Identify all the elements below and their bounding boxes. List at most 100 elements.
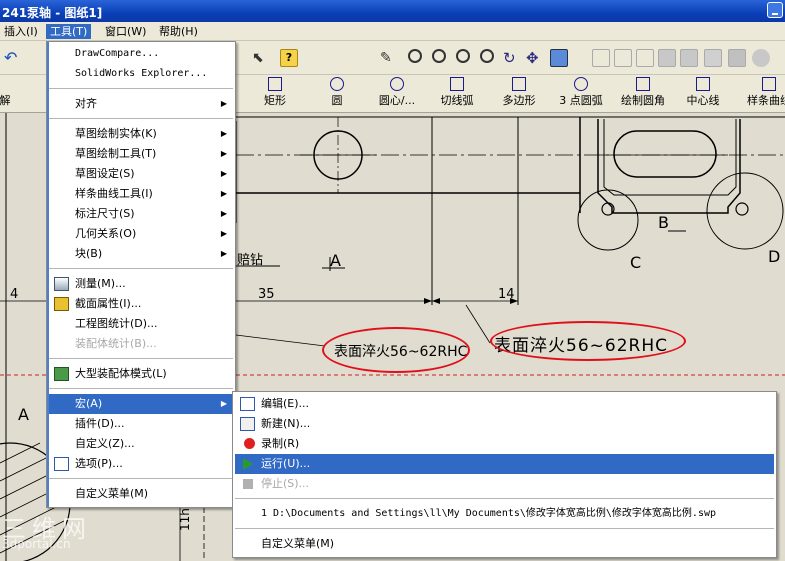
sketch-fillet-tool-label: 绘制圆角: [621, 94, 665, 107]
tangent-arc-tool-button[interactable]: 切线弧: [424, 77, 490, 108]
tools-menu-item-10[interactable]: 几何关系(O) ▶: [49, 224, 233, 244]
menu-1[interactable]: 工具(T): [46, 24, 92, 39]
note-highlight-ellipse-1: [322, 327, 470, 373]
centerline-tool-button[interactable]: 中心线: [670, 77, 736, 108]
tools-menu-item-11[interactable]: 块(B) ▶: [49, 244, 233, 264]
hidden-removed-icon[interactable]: [636, 49, 654, 67]
center-arc-tool-icon: [390, 77, 404, 91]
macro-menu-item-label: 录制(R): [261, 437, 300, 450]
tools-menu-item-label: 宏(A): [75, 397, 103, 410]
tools-menu-item-5[interactable]: 草图绘制实体(K) ▶: [49, 124, 233, 144]
section-view-icon[interactable]: [728, 49, 746, 67]
tools-menu-item-label: 工程图统计(D)...: [75, 317, 158, 330]
three-point-arc-tool-button[interactable]: 3 点圆弧: [548, 77, 614, 108]
tools-menu-separator: [49, 388, 233, 389]
tools-menu-item-3[interactable]: 对齐 ▶: [49, 94, 233, 114]
submenu-arrow-icon: ▶: [220, 229, 227, 238]
polygon-tool-icon: [512, 77, 526, 91]
detail-label-c: C: [630, 253, 642, 272]
wireframe-icon[interactable]: [592, 49, 610, 67]
rectangle-tool-icon: [268, 77, 282, 91]
macro-menu-item-3[interactable]: 运行(U)...: [235, 454, 774, 474]
shadow-icon[interactable]: [704, 49, 722, 67]
zoom-selection-icon[interactable]: [480, 49, 494, 63]
zoom-fit-icon[interactable]: [408, 49, 422, 63]
help-icon[interactable]: ?: [280, 49, 298, 67]
spline-tool-icon: [762, 77, 776, 91]
menu-3[interactable]: 帮助(H): [155, 24, 202, 39]
tools-menu-separator: [49, 88, 233, 89]
tools-menu-item-label: 插件(D)...: [75, 417, 125, 430]
tools-menu-item-16: 装配体统计(B)...: [49, 334, 233, 354]
tools-menu-item-label: 装配体统计(B)...: [75, 337, 157, 350]
tools-menu-item-18[interactable]: 大型装配体模式(L): [49, 364, 233, 384]
tools-menu-item-13[interactable]: 测量(M)...: [49, 274, 233, 294]
submenu-arrow-icon: ▶: [220, 209, 227, 218]
watermark-url: 3dportal.cn: [2, 537, 71, 551]
rotate-icon[interactable]: ↻: [503, 49, 521, 67]
shaded-edges-icon[interactable]: [658, 49, 676, 67]
detail-label-b: B: [658, 213, 669, 232]
sketch-fillet-tool-button[interactable]: 绘制圆角: [610, 77, 676, 108]
macro-menu-item-6[interactable]: 1 D:\Documents and Settings\ll\My Docume…: [235, 504, 774, 524]
sketch-tool-icon[interactable]: ✎: [380, 49, 398, 67]
minimize-button[interactable]: [767, 2, 783, 18]
spline-tool-button[interactable]: 样条曲线: [736, 77, 785, 108]
tools-menu-item-1[interactable]: SolidWorks Explorer...: [49, 64, 233, 84]
macro-menu-separator: [235, 498, 774, 499]
macro-menu-item-8[interactable]: 自定义菜单(M): [235, 534, 774, 554]
dimension-tool-button[interactable]: 解: [0, 77, 38, 108]
tools-menu-item-22[interactable]: 自定义(Z)...: [49, 434, 233, 454]
dimension-tool-label: 解: [0, 94, 11, 107]
tools-menu-item-0[interactable]: DrawCompare...: [49, 44, 233, 64]
run-macro-icon: [243, 458, 253, 470]
tools-menu-item-15[interactable]: 工程图统计(D)...: [49, 314, 233, 334]
dimension-14: 14: [498, 287, 515, 302]
select-icon[interactable]: ⬉: [252, 49, 270, 67]
tools-menu-item-label: 样条曲线工具(I): [75, 187, 153, 200]
view-orientation-icon[interactable]: [550, 49, 568, 67]
macro-menu-item-0[interactable]: 编辑(E)...: [235, 394, 774, 414]
tools-menu-item-8[interactable]: 样条曲线工具(I) ▶: [49, 184, 233, 204]
tools-menu-item-label: 块(B): [75, 247, 103, 260]
tools-menu-item-label: 选项(P)...: [75, 457, 123, 470]
menu-0[interactable]: 插入(I): [0, 24, 42, 39]
tools-menu-item-20[interactable]: 宏(A) ▶: [49, 394, 233, 414]
shaded-icon[interactable]: [680, 49, 698, 67]
circle-tool-button[interactable]: 圆: [304, 77, 370, 108]
note-highlight-ellipse-2: [490, 321, 686, 361]
tools-menu-item-14[interactable]: 截面属性(I)...: [49, 294, 233, 314]
centerline-tool-label: 中心线: [686, 94, 720, 107]
drill-label: 赔钻: [237, 253, 264, 268]
tools-menu-item-7[interactable]: 草图设定(S) ▶: [49, 164, 233, 184]
hidden-lines-icon[interactable]: [614, 49, 632, 67]
tools-menu-item-label: 草图设定(S): [75, 167, 135, 180]
menu-2[interactable]: 窗口(W): [101, 24, 150, 39]
undo-icon[interactable]: ↶: [4, 49, 22, 67]
center-arc-tool-button[interactable]: 圆心/...: [364, 77, 430, 108]
window-title: 241泵轴 - 图纸1]: [2, 6, 103, 20]
tools-menu-item-23[interactable]: 选项(P)...: [49, 454, 233, 474]
tools-menu-item-6[interactable]: 草图绘制工具(T) ▶: [49, 144, 233, 164]
zoom-inout-icon[interactable]: [456, 49, 470, 63]
tools-menu-item-25[interactable]: 自定义菜单(M): [49, 484, 233, 504]
section-label-a-left: A: [18, 405, 29, 424]
tools-menu-item-21[interactable]: 插件(D)...: [49, 414, 233, 434]
submenu-arrow-icon: ▶: [220, 169, 227, 178]
macro-menu-item-2[interactable]: 录制(R): [235, 434, 774, 454]
submenu-arrow-icon: ▶: [220, 99, 227, 108]
pan-icon[interactable]: ✥: [526, 49, 544, 67]
sketch-fillet-tool-icon: [636, 77, 650, 91]
tools-menu-item-9[interactable]: 标注尺寸(S) ▶: [49, 204, 233, 224]
realview-icon[interactable]: [752, 49, 770, 67]
tools-menu-item-label: 标注尺寸(S): [75, 207, 135, 220]
tools-menu-item-label: DrawCompare...: [75, 48, 160, 59]
polygon-tool-button[interactable]: 多边形: [486, 77, 552, 108]
tangent-arc-tool-icon: [450, 77, 464, 91]
three-point-arc-tool-icon: [574, 77, 588, 91]
zoom-area-icon[interactable]: [432, 49, 446, 63]
center-arc-tool-label: 圆心/...: [378, 94, 416, 107]
rectangle-tool-button[interactable]: 矩形: [242, 77, 308, 108]
tools-menu-item-label: 截面属性(I)...: [75, 297, 142, 310]
macro-menu-item-1[interactable]: 新建(N)...: [235, 414, 774, 434]
